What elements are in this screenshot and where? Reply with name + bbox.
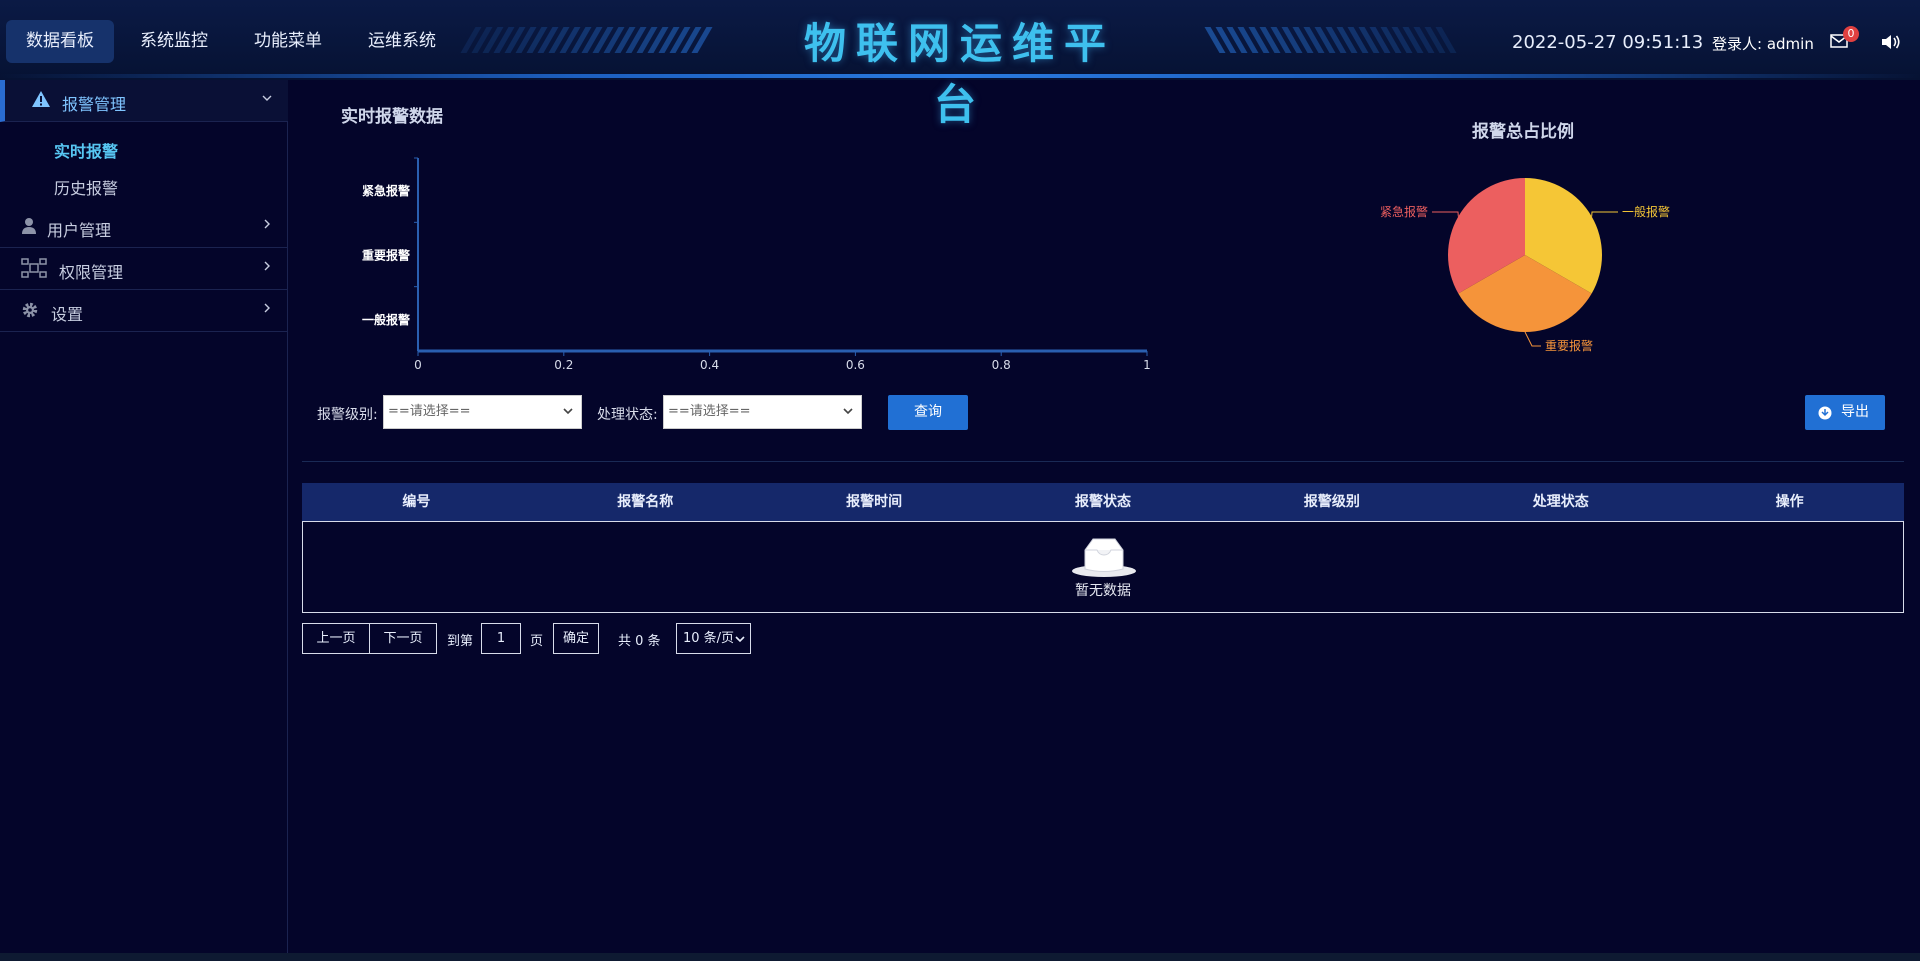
decorative-stripes-left	[460, 27, 713, 53]
login-user: 登录人: admin	[1712, 35, 1814, 53]
export-label: 导出	[1841, 404, 1869, 420]
warning-icon	[32, 91, 50, 107]
chevron-down-icon	[843, 408, 853, 415]
prev-page-button[interactable]: 上一页	[302, 623, 370, 654]
pie-label-line	[1591, 211, 1618, 217]
empty-box-icon	[1072, 538, 1136, 577]
unread-badge: 0	[1843, 26, 1859, 42]
page-unit-label: 页	[530, 634, 544, 649]
sidebar-item-label: 权限管理	[59, 263, 124, 282]
column-header-action: 操作	[1775, 494, 1804, 510]
column-header-alarm-name: 报警名称	[617, 494, 674, 510]
y-tick-label: 重要报警	[362, 248, 410, 263]
sidebar: 报警管理 实时报警 历史报警 用户管理 权限管理 设置	[0, 80, 288, 961]
alarm-level-value: ==请选择==	[388, 404, 471, 419]
table-header: 编号 报警名称 报警时间 报警状态 报警级别 处理状态 操作	[302, 483, 1904, 521]
gear-icon	[22, 302, 38, 318]
nav-dashboard[interactable]: 数据看板	[6, 20, 114, 63]
chevron-right-icon	[264, 303, 270, 313]
pie-label: 一般报警	[1622, 204, 1670, 219]
goto-label: 到第	[447, 634, 474, 649]
y-tick-label: 一般报警	[362, 312, 410, 327]
realtime-alarm-chart: 紧急报警重要报警一般报警 0 0.2 0.4 0.6 0.8 1	[362, 157, 1151, 372]
export-button[interactable]: 导出	[1805, 395, 1885, 430]
x-tick-label: 0	[414, 358, 422, 372]
column-header-alarm-status: 报警状态	[1075, 494, 1131, 510]
sidebar-item-label: 报警管理	[62, 95, 127, 114]
page-size-value: 10 条/页	[683, 631, 735, 646]
nav-function-menu[interactable]: 功能菜单	[234, 20, 342, 63]
download-icon	[1818, 406, 1832, 420]
x-tick-label: 0.6	[846, 358, 865, 372]
y-tick-label: 紧急报警	[362, 183, 410, 198]
column-header-id: 编号	[402, 494, 431, 510]
alarm-ratio-pie: 一般报警重要报警 紧急报警	[1380, 178, 1670, 353]
process-status-label: 处理状态:	[597, 407, 658, 423]
pie-label-line	[1432, 211, 1459, 217]
x-tick-label: 0.2	[554, 358, 573, 372]
pie-label: 紧急报警	[1380, 204, 1428, 219]
decorative-stripes-right	[1204, 27, 1457, 53]
page-size-select[interactable]: 10 条/页	[676, 623, 751, 654]
process-status-value: ==请选择==	[668, 404, 751, 419]
process-status-select[interactable]: ==请选择==	[663, 395, 862, 429]
x-tick-label: 0.8	[992, 358, 1011, 372]
column-header-process-status: 处理状态	[1532, 494, 1589, 510]
chevron-right-icon	[264, 219, 270, 229]
column-header-alarm-time: 报警时间	[846, 494, 903, 510]
pie-label: 重要报警	[1545, 338, 1593, 353]
column-header-alarm-level: 报警级别	[1303, 494, 1360, 510]
goto-confirm-button[interactable]: 确定	[553, 623, 599, 654]
x-tick-label: 0.4	[700, 358, 719, 372]
platform-title: 物联网运维平台	[803, 19, 1116, 129]
empty-text: 暂无数据	[1075, 583, 1131, 599]
next-page-button[interactable]: 下一页	[369, 623, 437, 654]
speaker-icon[interactable]	[1880, 33, 1902, 51]
ratio-chart-title: 报警总占比例	[1472, 122, 1574, 142]
pie-label-line	[1524, 331, 1541, 347]
sidebar-item-label: 用户管理	[47, 221, 112, 240]
bottom-bar	[0, 953, 1920, 961]
current-datetime: 2022-05-27 09:51:13	[1512, 32, 1704, 53]
section-divider	[302, 461, 1904, 462]
query-button[interactable]: 查询	[888, 395, 968, 430]
nav-system-monitor[interactable]: 系统监控	[120, 20, 228, 63]
main-nav: 数据看板 系统监控 功能菜单 运维系统	[6, 20, 462, 63]
sidebar-item-label: 设置	[51, 305, 84, 324]
chevron-down-icon	[563, 408, 573, 415]
chevron-down-icon	[735, 636, 745, 643]
alarm-level-label: 报警级别:	[317, 407, 378, 423]
sidebar-sub-history-alarm[interactable]: 历史报警	[54, 175, 118, 199]
sidebar-item-settings[interactable]: 设置	[0, 290, 288, 332]
network-icon	[21, 258, 47, 278]
sidebar-item-user-management[interactable]: 用户管理	[0, 206, 288, 248]
realtime-chart-title: 实时报警数据	[341, 107, 443, 127]
top-header: 数据看板 系统监控 功能菜单 运维系统 物联网运维平台 2022-05-27 0…	[0, 0, 1920, 129]
nav-ops-system[interactable]: 运维系统	[348, 20, 456, 63]
total-count: 共 0 条	[618, 634, 661, 649]
sidebar-sub-realtime-alarm[interactable]: 实时报警	[54, 138, 118, 162]
x-tick-label: 1	[1143, 358, 1151, 372]
chevron-right-icon	[264, 261, 270, 271]
sidebar-item-permission-management[interactable]: 权限管理	[0, 248, 288, 290]
page-number-input[interactable]: 1	[481, 623, 521, 654]
user-icon	[22, 218, 36, 234]
alarm-level-select[interactable]: ==请选择==	[383, 395, 582, 429]
table-body: 暂无数据	[302, 521, 1904, 613]
chevron-down-icon	[262, 95, 272, 101]
header-glow-line	[0, 74, 1920, 78]
sidebar-item-alarm-management[interactable]: 报警管理	[0, 80, 288, 122]
